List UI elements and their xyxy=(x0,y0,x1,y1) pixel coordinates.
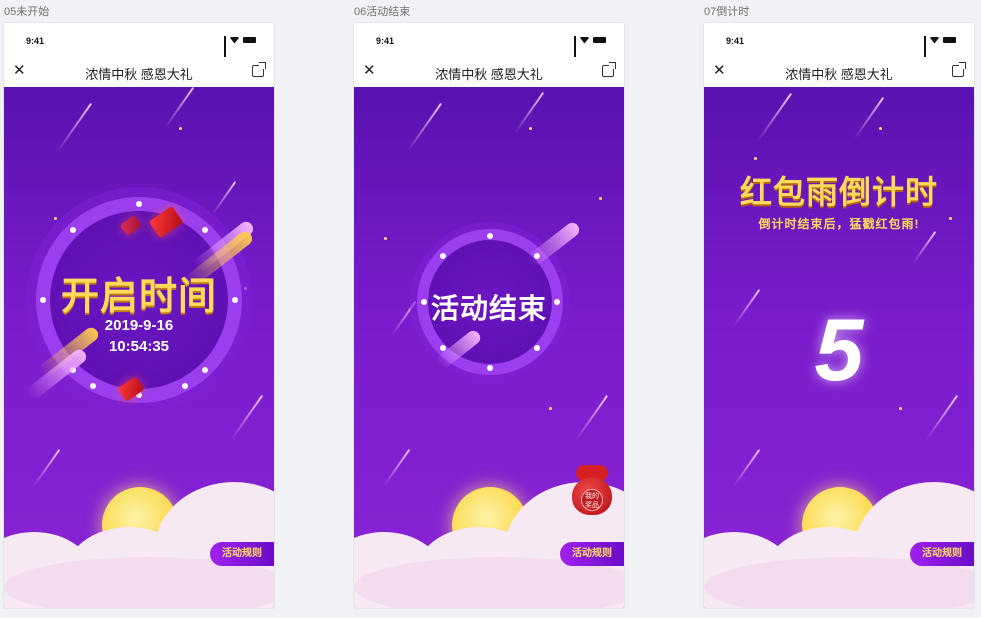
rules-button[interactable]: 活动规则 xyxy=(910,542,974,566)
ended-title: 活动结束 xyxy=(430,293,547,324)
start-clock: 10:54:35 xyxy=(108,338,170,355)
share-icon[interactable] xyxy=(952,62,966,77)
battery-icon xyxy=(943,37,956,43)
scene-background: 红包雨倒计时 倒计时结束后，猛戳红包雨! 5 活动规则 xyxy=(704,87,974,608)
wifi-icon xyxy=(230,36,239,44)
start-date: 2019-9-16 xyxy=(104,317,174,334)
countdown-subtitle: 倒计时结束后，猛戳红包雨! xyxy=(758,217,920,231)
navbar: ✕ 浓情中秋 感恩大礼 xyxy=(704,57,974,87)
share-icon[interactable] xyxy=(602,62,616,77)
wifi-icon xyxy=(930,36,939,44)
page-title: 浓情中秋 感恩大礼 xyxy=(85,67,193,82)
share-icon[interactable] xyxy=(252,62,266,77)
page-title: 浓情中秋 感恩大礼 xyxy=(435,67,543,82)
battery-icon xyxy=(243,37,256,43)
wifi-icon xyxy=(580,36,589,44)
scene-background: 开启时间 2019-9-16 10:54:35 活动规则 xyxy=(4,87,274,608)
signal-icon xyxy=(574,36,576,59)
phone-ended: 9:41 ✕ 浓情中秋 感恩大礼 活动结束 我的 奖品 活动规则 xyxy=(354,23,624,608)
start-time-title: 开启时间 xyxy=(60,276,217,318)
rules-button[interactable]: 活动规则 xyxy=(560,542,624,566)
phone-countdown: 9:41 ✕ 浓情中秋 感恩大礼 红包雨倒计时 倒计时结束后，猛戳红包雨! 5 … xyxy=(704,23,974,608)
status-bar: 9:41 xyxy=(354,23,624,59)
status-time: 9:41 xyxy=(376,36,395,46)
my-prize-label: 我的 奖品 xyxy=(581,489,603,511)
scene-background: 活动结束 我的 奖品 活动规则 xyxy=(354,87,624,608)
page-title: 浓情中秋 感恩大礼 xyxy=(785,67,893,82)
my-prize-bag-button[interactable]: 我的 奖品 xyxy=(568,465,616,515)
board-label-ended: 06活动结束 xyxy=(354,6,411,18)
navbar: ✕ 浓情中秋 感恩大礼 xyxy=(4,57,274,87)
status-bar: 9:41 xyxy=(4,23,274,59)
status-bar: 9:41 xyxy=(704,23,974,59)
countdown-number: 5 xyxy=(814,300,864,399)
battery-icon xyxy=(593,37,606,43)
countdown-title: 红包雨倒计时 xyxy=(739,174,938,210)
signal-icon xyxy=(924,36,926,59)
signal-icon xyxy=(224,36,226,59)
rules-button[interactable]: 活动规则 xyxy=(210,542,274,566)
board-label-countdown: 07倒计时 xyxy=(704,6,750,18)
navbar: ✕ 浓情中秋 感恩大礼 xyxy=(354,57,624,87)
status-time: 9:41 xyxy=(726,36,745,46)
phone-not-started: 9:41 ✕ 浓情中秋 感恩大礼 开启时间 2019-9-16 10:54:35… xyxy=(4,23,274,608)
status-time: 9:41 xyxy=(26,36,45,46)
board-label-not-started: 05未开始 xyxy=(4,6,50,18)
